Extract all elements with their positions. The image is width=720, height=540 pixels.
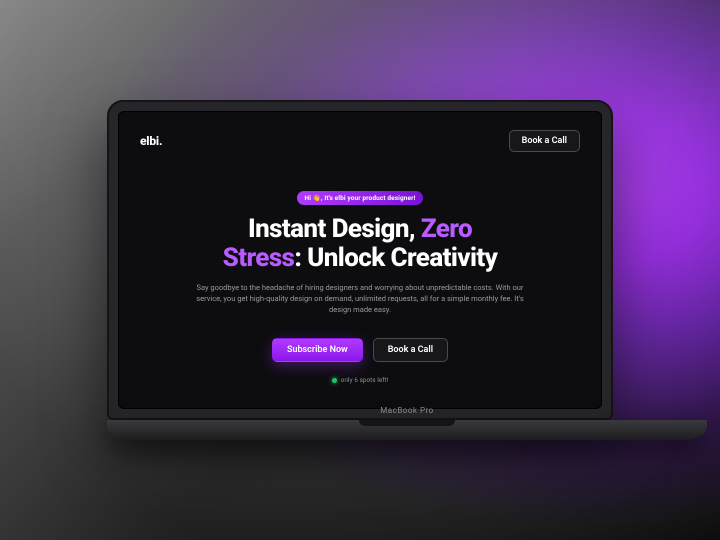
headline-accent-1: Zero [421,214,472,244]
laptop-base: MacBook Pro [107,420,707,440]
headline-accent-2: Stress [223,243,295,273]
laptop-mockup: elbi. Book a Call Hi 👋, It's elbi your p… [107,100,613,440]
subscribe-button[interactable]: Subscribe Now [272,338,363,362]
top-nav: elbi. Book a Call [140,127,580,155]
spots-indicator: only 6 spots left! [332,376,389,384]
availability-dot-icon [332,378,337,383]
hero-headline: Instant Design, Zero Stress: Unlock Crea… [158,215,562,273]
intro-pill: Hi 👋, It's elbi your product designer! [297,191,424,205]
device-model-label: MacBook Pro [380,406,433,415]
camera-dot [359,105,362,108]
cta-row: Subscribe Now Book a Call [158,338,562,362]
laptop-screen: elbi. Book a Call Hi 👋, It's elbi your p… [118,111,602,409]
spots-text: only 6 spots left! [341,376,389,384]
book-call-button-hero[interactable]: Book a Call [373,338,448,362]
brand-logo[interactable]: elbi. [140,134,162,148]
headline-part-2: : Unlock Creativity [294,243,497,273]
hero-section: Hi 👋, It's elbi your product designer! I… [140,185,580,387]
laptop-lid: elbi. Book a Call Hi 👋, It's elbi your p… [107,100,613,420]
landing-page: elbi. Book a Call Hi 👋, It's elbi your p… [118,111,602,409]
book-call-button-nav[interactable]: Book a Call [509,130,580,152]
hero-subtext: Say goodbye to the headache of hiring de… [190,283,530,316]
headline-part-1: Instant Design, [248,214,421,244]
